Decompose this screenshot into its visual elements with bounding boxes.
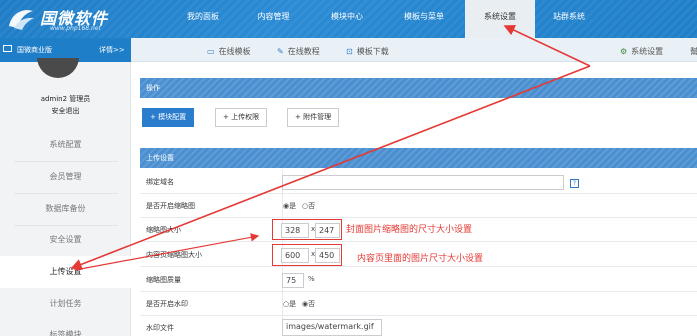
nav-site-group[interactable]: 站群系统: [535, 0, 603, 38]
user-name: admin2 管理员: [40, 95, 91, 103]
row-watermark-enable: 是否开启水印 ○是 ◉否: [140, 292, 697, 316]
thumb-quality-input[interactable]: 75: [282, 273, 304, 288]
thumb-enable-yes-radio[interactable]: ◉是: [283, 201, 296, 211]
gear-icon: ⚙: [620, 47, 628, 56]
sidebar-item-security[interactable]: 安全设置: [0, 224, 131, 256]
monitor-icon: ▭: [207, 47, 215, 56]
sub-help[interactable]: 幫: [690, 46, 697, 57]
sub-online-tutorials[interactable]: ✎ 在线教程: [277, 46, 320, 57]
attachment-management-button[interactable]: + 附件管理: [287, 108, 340, 127]
row-bind-domain: 绑定域名 ?: [140, 170, 697, 194]
operations-title: 操作: [146, 84, 160, 92]
sub-system-settings[interactable]: ⚙ 系统设置: [620, 46, 663, 57]
row-thumb-enable: 是否开启缩略图 ◉是 ○否: [140, 194, 697, 218]
thumb-enable-no-radio[interactable]: ○否: [302, 201, 315, 211]
logo-mark-icon: [9, 10, 34, 30]
row-watermark-file: 水印文件 images/watermark.gif: [140, 316, 697, 336]
watermark-file-input[interactable]: images/watermark.gif: [282, 319, 382, 336]
upload-settings-title: 上传设置: [146, 154, 174, 162]
sub-online-templates[interactable]: ▭ 在线模板: [207, 46, 251, 57]
module-config-button[interactable]: + 模块配置: [142, 108, 195, 127]
bind-domain-label: 绑定域名: [146, 178, 174, 186]
nav-system-settings[interactable]: 系统设置: [465, 0, 535, 38]
upload-permission-button[interactable]: + 上传权限: [215, 108, 268, 127]
operations-header: 操作: [140, 78, 697, 98]
nav-my-panel[interactable]: 我的面板: [170, 0, 236, 38]
thumb-size-highlight: [272, 219, 342, 240]
sidebar-item-system-config[interactable]: 系统配置: [0, 129, 131, 161]
thumb-size-label: 缩略图大小: [146, 226, 181, 234]
help-icon[interactable]: ?: [570, 179, 579, 188]
details-link[interactable]: 详情>>: [99, 45, 125, 55]
content-thumb-size-highlight: [272, 244, 342, 266]
nav-content-management[interactable]: 内容管理: [236, 0, 311, 38]
row-thumb-quality: 缩略图质量 75 %: [140, 268, 697, 292]
thumb-quality-label: 缩略图质量: [146, 276, 181, 284]
top-nav: 我的面板 内容管理 模块中心 模板与菜单 系统设置 站群系统: [170, 0, 603, 38]
nav-module-center[interactable]: 模块中心: [311, 0, 383, 38]
monitor-icon: [3, 45, 12, 52]
sidebar-item-tag-modules[interactable]: 标签模块: [0, 319, 131, 336]
sidebar-item-upload-settings[interactable]: 上传设置: [0, 256, 131, 288]
cover-thumb-note: 封面图片缩略图的尺寸大小设置: [346, 225, 473, 235]
top-bar: 国微软件 www.php168.net 我的面板 内容管理 模块中心 模板与菜单…: [0, 0, 697, 38]
watermark-no-radio[interactable]: ◉否: [302, 299, 315, 309]
download-icon: ⊡: [346, 47, 353, 56]
content-thumb-size-label: 内容页缩略图大小: [146, 251, 202, 259]
thumb-quality-unit: %: [308, 275, 315, 283]
logout-link[interactable]: 安全退出: [0, 106, 131, 116]
avatar[interactable]: [37, 58, 79, 78]
sub-template-download[interactable]: ⊡ 模板下载: [346, 46, 389, 57]
nav-templates-menus[interactable]: 模板与菜单: [383, 0, 465, 38]
content-thumb-note: 内容页里面的图片尺寸大小设置: [357, 254, 484, 264]
thumb-enable-label: 是否开启缩略图: [146, 202, 195, 210]
watermark-file-label: 水印文件: [146, 324, 174, 332]
watermark-yes-radio[interactable]: ○是: [283, 299, 296, 309]
sidebar-item-scheduled-tasks[interactable]: 计划任务: [0, 288, 131, 320]
edit-icon: ✎: [277, 47, 284, 56]
brand-url: www.php168.net: [50, 25, 101, 32]
bind-domain-input[interactable]: [282, 175, 564, 190]
upload-settings-header: 上传设置: [140, 148, 697, 168]
watermark-enable-label: 是否开启水印: [146, 300, 188, 308]
logo[interactable]: 国微软件 www.php168.net: [6, 3, 146, 35]
sidebar-item-member-management[interactable]: 会员管理: [0, 161, 131, 193]
sidebar-item-db-backup[interactable]: 数据库备份: [0, 193, 131, 225]
edition-label: 国微商业版: [17, 46, 52, 54]
